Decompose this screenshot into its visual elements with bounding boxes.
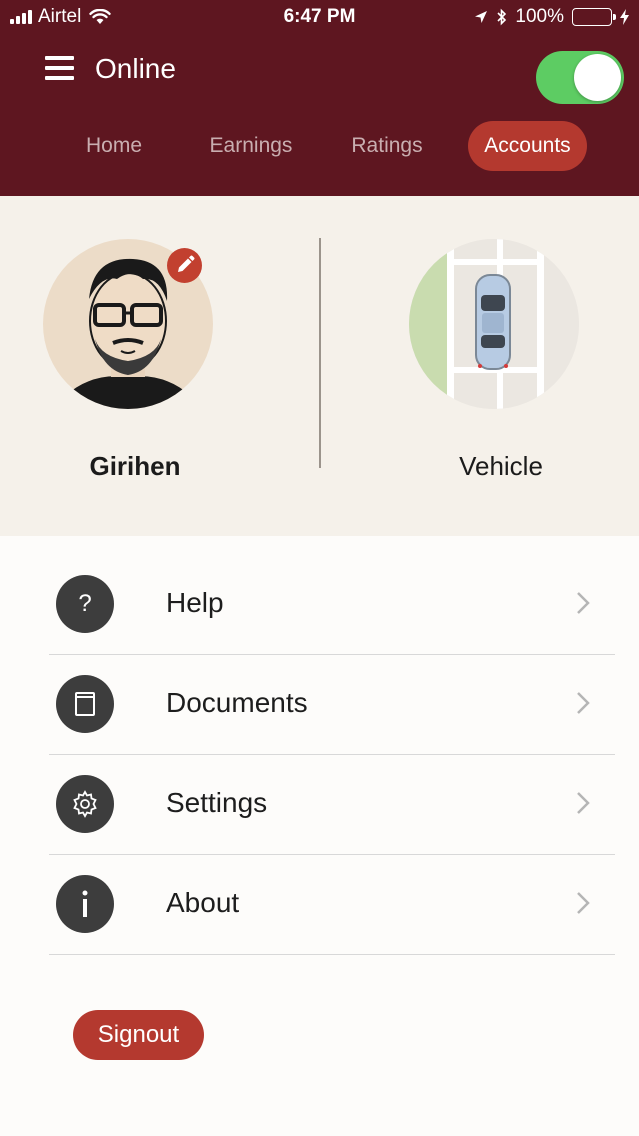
pencil-icon (178, 255, 195, 272)
menu-item-label: About (166, 887, 240, 918)
menu-item-help[interactable]: ? Help (49, 554, 615, 655)
menu-item-label: Documents (166, 687, 308, 718)
online-toggle[interactable] (536, 51, 624, 104)
question-icon: ? (56, 575, 114, 633)
menu-item-settings[interactable]: Settings (49, 754, 615, 855)
charging-bolt-icon (620, 9, 629, 25)
menu-item-label: Settings (166, 787, 268, 818)
tab-accounts[interactable]: Accounts (468, 121, 587, 171)
battery-icon (572, 8, 616, 26)
tab-home[interactable]: Home (66, 121, 162, 171)
tab-earnings[interactable]: Earnings (198, 121, 304, 171)
location-arrow-icon (475, 11, 488, 23)
page-title: Online (95, 53, 176, 84)
bluetooth-icon (497, 8, 507, 26)
profile-name[interactable]: Girihen (43, 451, 227, 482)
chevron-right-icon (577, 592, 590, 614)
menu-item-about[interactable]: About (49, 854, 615, 955)
signout-button[interactable]: Signout (73, 1010, 204, 1060)
menu-item-label: Help (166, 587, 224, 618)
vehicle-label[interactable]: Vehicle (409, 451, 593, 482)
hamburger-icon[interactable] (45, 56, 74, 80)
profile-section: Girihen Vehicle (0, 196, 639, 536)
gear-icon (56, 775, 114, 833)
app-header: Airtel 6:47 PM 100% Online Home Earnings… (0, 0, 639, 196)
tab-ratings[interactable]: Ratings (339, 121, 435, 171)
chevron-right-icon (577, 692, 590, 714)
chevron-right-icon (577, 792, 590, 814)
chevron-right-icon (577, 892, 590, 914)
battery-percent: 100% (515, 6, 564, 27)
profile-divider (319, 238, 321, 468)
status-bar: Airtel 6:47 PM 100% (0, 0, 639, 36)
vehicle-image[interactable] (409, 239, 579, 409)
document-icon (56, 675, 114, 733)
edit-profile-button[interactable] (167, 248, 202, 283)
menu-item-documents[interactable]: Documents (49, 654, 615, 755)
info-icon (56, 875, 114, 933)
